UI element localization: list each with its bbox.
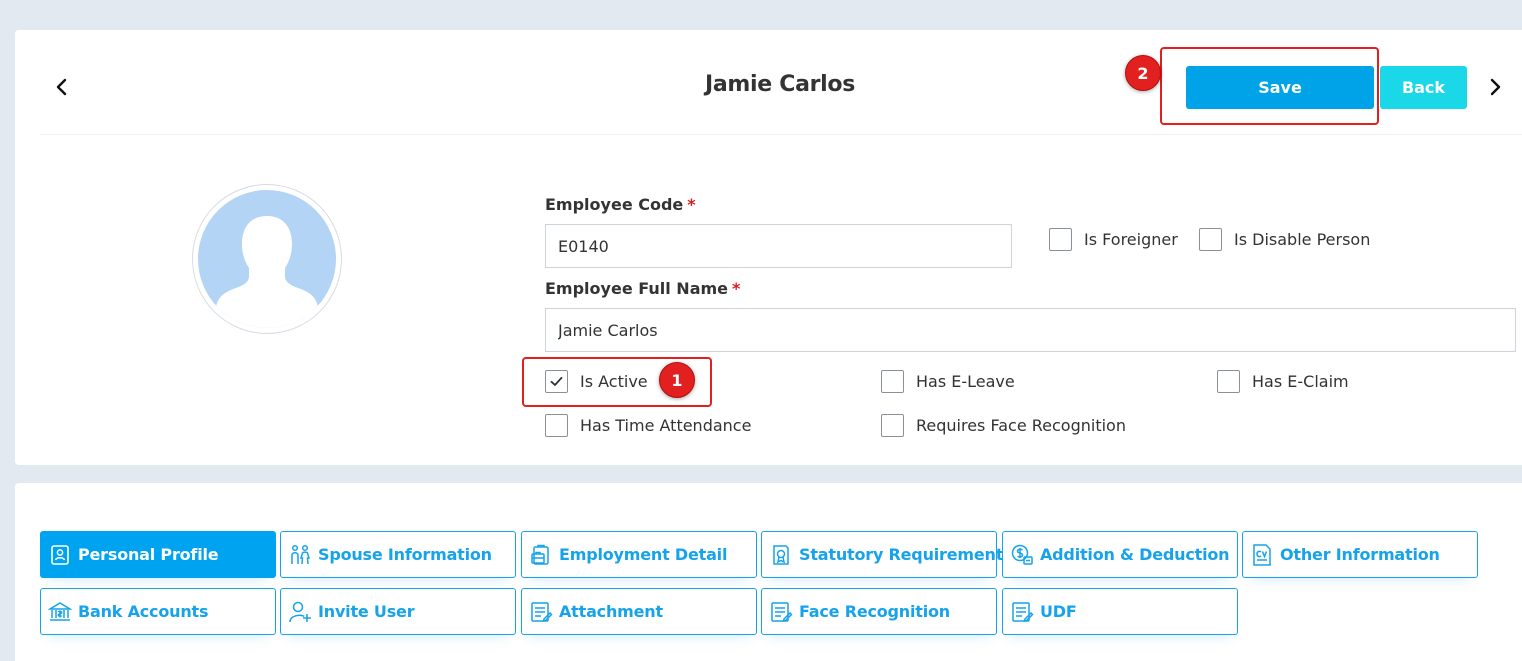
back-button[interactable]: Back [1380,66,1467,109]
profile-card-icon [47,542,73,568]
tab-label: Face Recognition [799,602,950,621]
tab-invite-user[interactable]: Invite User [280,588,516,635]
required-marker: * [687,195,696,214]
is-foreigner-label: Is Foreigner [1084,230,1178,249]
employee-full-name-label: Employee Full Name * [545,279,741,298]
tab-other-information[interactable]: Other Information [1242,531,1478,578]
annotation-badge-2: 2 [1125,55,1161,91]
is-disable-person-label: Is Disable Person [1234,230,1371,249]
tab-employment-detail[interactable]: Employment Detail [521,531,757,578]
employee-full-name-input[interactable] [545,308,1516,352]
has-e-leave-checkbox[interactable]: Has E-Leave [881,370,1015,393]
add-user-icon [287,599,313,625]
is-foreigner-checkbox[interactable]: Is Foreigner [1049,228,1178,251]
tab-label: Bank Accounts [78,602,209,621]
checkbox-box[interactable] [1049,228,1072,251]
is-disable-person-checkbox[interactable]: Is Disable Person [1199,228,1370,251]
document-icon [1009,599,1035,625]
tab-label: UDF [1040,602,1077,621]
couple-icon [287,542,313,568]
checkbox-box[interactable] [1199,228,1222,251]
employee-code-input[interactable] [545,224,1012,268]
chevron-right-icon [1490,78,1501,96]
avatar-placeholder-icon [198,190,336,328]
cv-icon [1249,542,1275,568]
tab-attachment[interactable]: Attachment [521,588,757,635]
tab-addition-deduction[interactable]: Addition & Deduction [1002,531,1238,578]
has-e-leave-label: Has E-Leave [916,372,1015,391]
avatar[interactable] [192,184,342,334]
money-icon [1009,542,1035,568]
document-icon [768,599,794,625]
tab-udf[interactable]: UDF [1002,588,1238,635]
annotation-highlight-save [1160,47,1379,125]
has-time-attendance-checkbox[interactable]: Has Time Attendance [545,414,751,437]
next-employee-button[interactable] [1480,72,1510,102]
tab-label: Spouse Information [318,545,492,564]
requires-face-recognition-checkbox[interactable]: Requires Face Recognition [881,414,1126,437]
checkbox-box[interactable] [881,370,904,393]
tab-label: Personal Profile [78,545,219,564]
tab-label: Statutory Requirement [799,545,1004,564]
has-e-claim-checkbox[interactable]: Has E-Claim [1217,370,1349,393]
required-marker: * [732,279,741,298]
has-e-claim-label: Has E-Claim [1252,372,1349,391]
tab-label: Other Information [1280,545,1440,564]
checkbox-box[interactable] [1217,370,1240,393]
tab-bank-accounts[interactable]: Bank Accounts [40,588,276,635]
checkbox-box[interactable] [545,414,568,437]
tab-label: Attachment [559,602,663,621]
tab-label: Invite User [318,602,415,621]
tab-label: Employment Detail [559,545,728,564]
requires-face-recognition-label: Requires Face Recognition [916,416,1126,435]
tab-statutory-requirement[interactable]: Statutory Requirement [761,531,1003,578]
certificate-icon [768,542,794,568]
bank-icon [47,599,73,625]
has-time-attendance-label: Has Time Attendance [580,416,752,435]
tab-face-recognition[interactable]: Face Recognition [761,588,997,635]
briefcase-doc-icon [528,542,554,568]
employee-code-label: Employee Code * [545,195,696,214]
tab-personal-profile[interactable]: Personal Profile [40,531,276,578]
document-icon [528,599,554,625]
header-divider [40,134,1522,135]
tab-spouse-information[interactable]: Spouse Information [280,531,516,578]
checkbox-box[interactable] [881,414,904,437]
tab-label: Addition & Deduction [1040,545,1230,564]
annotation-badge-1: 1 [659,362,695,398]
